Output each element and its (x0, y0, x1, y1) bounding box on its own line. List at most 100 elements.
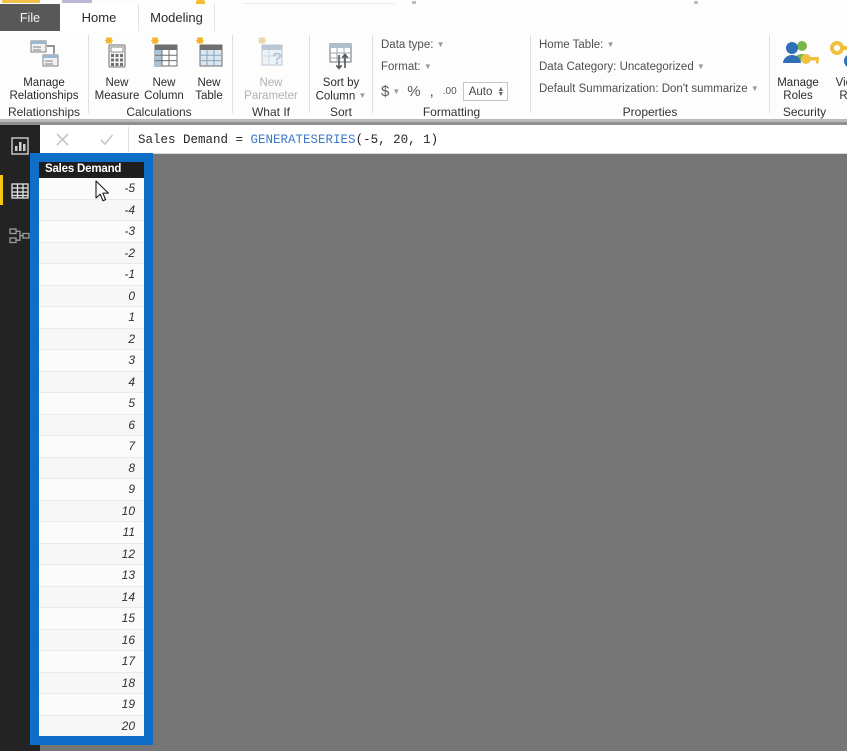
table-cell-sales-demand: 17 (121, 654, 135, 669)
ribbon-group-label-sort: Sort (329, 105, 352, 119)
data-type-dropdown[interactable]: Data type: ▼ (381, 39, 445, 51)
new-parameter-button[interactable]: ? New Parameter (235, 35, 307, 102)
table-row[interactable]: 8 (39, 457, 144, 479)
new-parameter-icon: ? (248, 35, 294, 75)
formula-bar-divider (128, 127, 129, 152)
tab-home[interactable]: Home (60, 4, 138, 31)
new-measure-button[interactable]: New Measure (91, 35, 143, 102)
ribbon-group-properties: Home Table: ▼ Data Category: Uncategoriz… (531, 31, 769, 121)
table-row[interactable]: 5 (39, 393, 144, 415)
table-cell-sales-demand: 0 (128, 288, 135, 303)
view-as-roles-icon (825, 35, 847, 75)
manage-roles-icon (775, 35, 821, 75)
formula-accept-button[interactable] (84, 125, 128, 154)
new-column-label-2: Column (144, 89, 184, 102)
table-row[interactable]: 3 (39, 350, 144, 372)
scrollbar-thumb[interactable] (144, 160, 153, 738)
top-strip-accent-purple (62, 0, 92, 3)
data-table: Sales Demand -5 -4 -3 -2 -1 0 1 2 3 4 5 6 7 8 9 10 11 12 1… (39, 160, 144, 738)
sort-by-column-icon (318, 35, 364, 75)
currency-format-button[interactable]: $ (381, 83, 389, 100)
active-view-indicator (0, 175, 3, 205)
table-cell-sales-demand: -2 (124, 245, 135, 260)
spinner-down-icon[interactable]: ▼ (497, 91, 504, 98)
table-row[interactable]: 6 (39, 414, 144, 436)
tab-file[interactable]: File (0, 4, 60, 31)
chevron-down-icon[interactable]: ▼ (358, 90, 366, 103)
manage-relationships-button[interactable]: Manage Relationships (8, 35, 80, 102)
table-row[interactable]: 19 (39, 694, 144, 716)
chevron-down-icon[interactable]: ▼ (424, 62, 432, 71)
ribbon-group-label-formatting: Formatting (422, 105, 481, 119)
table-cell-sales-demand: 16 (121, 632, 135, 647)
table-row[interactable]: -1 (39, 264, 144, 286)
table-row[interactable]: 14 (39, 586, 144, 608)
manage-roles-button[interactable]: Manage Roles (767, 35, 829, 102)
table-cell-sales-demand: 3 (128, 353, 135, 368)
table-row[interactable]: 20 (39, 715, 144, 737)
chevron-down-icon[interactable]: ▼ (607, 40, 615, 49)
table-row[interactable]: 0 (39, 285, 144, 307)
format-toolbar: $ ▼ % , .00 Auto ▲ ▼ (381, 82, 509, 101)
sidebar-item-report-view[interactable] (4, 130, 36, 162)
new-parameter-label-1: New (259, 77, 283, 89)
table-cell-sales-demand: 1 (128, 310, 135, 325)
thousands-separator-button[interactable]: , (430, 83, 434, 100)
ribbon-tab-bar: File Home Modeling (0, 4, 847, 31)
data-category-value: Uncategorized (619, 61, 694, 73)
chevron-down-icon[interactable]: ▼ (751, 84, 759, 93)
decimal-places-stepper[interactable]: Auto ▲ ▼ (462, 82, 509, 101)
format-dropdown[interactable]: Format: ▼ (381, 61, 432, 73)
default-summarization-dropdown[interactable]: Default Summarization: Don't summarize ▼ (539, 83, 759, 95)
chevron-down-icon[interactable]: ▼ (392, 87, 400, 96)
table-row[interactable]: 7 (39, 436, 144, 458)
table-row[interactable]: 13 (39, 565, 144, 587)
table-row[interactable]: 16 (39, 629, 144, 651)
table-row[interactable]: 10 (39, 500, 144, 522)
table-row[interactable]: 17 (39, 651, 144, 673)
table-row[interactable]: 1 (39, 307, 144, 329)
formula-cancel-button[interactable] (40, 125, 84, 154)
new-table-button[interactable]: New Table (187, 35, 231, 102)
data-table-scrollbar[interactable] (144, 160, 153, 738)
table-row[interactable]: 2 (39, 328, 144, 350)
home-table-dropdown[interactable]: Home Table: ▼ (539, 39, 614, 51)
spinner-icon[interactable]: ▲ ▼ (497, 86, 504, 98)
sort-by-column-label-2-text: Column (315, 89, 356, 102)
table-row[interactable]: 18 (39, 672, 144, 694)
table-row[interactable]: -3 (39, 221, 144, 243)
ribbon-group-security: Manage Roles View Rol Security (770, 31, 847, 121)
decimal-places-button[interactable]: .00 (443, 86, 457, 97)
table-cell-sales-demand: 6 (128, 417, 135, 432)
table-row[interactable]: 4 (39, 371, 144, 393)
formula-prefix: Sales Demand = (138, 132, 251, 147)
new-measure-label-1: New (105, 77, 129, 89)
formula-input[interactable]: Sales Demand = GENERATESERIES (-5, 20, 1) (138, 125, 438, 154)
ribbon-group-label-relationships: Relationships (7, 105, 81, 119)
chevron-down-icon[interactable]: ▼ (437, 40, 445, 49)
manage-relationships-icon (21, 35, 67, 75)
sidebar-item-model-view[interactable] (4, 220, 36, 252)
data-category-dropdown[interactable]: Data Category: Uncategorized ▼ (539, 61, 705, 73)
table-row[interactable]: -2 (39, 242, 144, 264)
table-row[interactable]: -4 (39, 199, 144, 221)
new-column-button[interactable]: New Column (139, 35, 189, 102)
default-summarization-value: Don't summarize (661, 83, 748, 95)
sort-by-column-button[interactable]: Sort by Column ▼ (307, 35, 375, 102)
chevron-down-icon[interactable]: ▼ (697, 62, 705, 71)
table-row[interactable]: 12 (39, 543, 144, 565)
table-row[interactable]: 15 (39, 608, 144, 630)
table-row[interactable]: 11 (39, 522, 144, 544)
table-cell-sales-demand: 10 (121, 503, 135, 518)
home-table-label: Home Table: (539, 39, 604, 51)
tab-modeling[interactable]: Modeling (138, 4, 215, 31)
sidebar-item-data-view[interactable] (4, 175, 36, 207)
table-row[interactable]: 9 (39, 479, 144, 501)
data-view-canvas (40, 154, 847, 751)
table-row[interactable]: -5 (39, 178, 144, 200)
view-as-roles-button[interactable]: View Rol (825, 35, 847, 102)
percent-format-button[interactable]: % (407, 83, 420, 100)
ribbon-group-label-calculations: Calculations (126, 105, 192, 119)
ribbon: Manage Relationships Relationships New M… (0, 31, 847, 121)
column-header-sales-demand[interactable]: Sales Demand (39, 160, 144, 178)
